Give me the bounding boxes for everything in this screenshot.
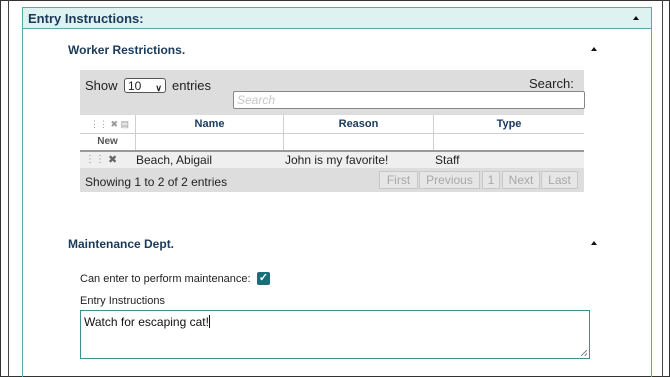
cell-reason: John is my favorite! (285, 153, 389, 167)
column-divider (283, 115, 284, 150)
new-row-button[interactable]: New (80, 136, 135, 147)
entries-label: entries (172, 78, 212, 93)
collapse-arrow-icon[interactable] (591, 47, 597, 51)
previous-page-button[interactable]: Previous (419, 171, 480, 189)
cell-name: Beach, Abigail (136, 153, 213, 167)
collapse-arrow-icon[interactable] (591, 241, 597, 245)
table-row[interactable]: ⋮⋮ ✖ Beach, Abigail John is my favorite!… (80, 150, 584, 168)
collapse-arrow-icon[interactable] (633, 16, 639, 20)
text-cursor (208, 315, 210, 328)
entry-instructions-value: Watch for escaping cat! (84, 315, 209, 329)
maintenance-title: Maintenance Dept. (68, 237, 175, 251)
drag-handle-icon[interactable]: ⋮⋮ (85, 154, 105, 165)
entry-instructions-label: Entry Instructions (80, 295, 165, 307)
cell-type: Staff (435, 153, 460, 167)
resize-handle-icon[interactable] (581, 350, 587, 356)
next-page-button[interactable]: Next (502, 171, 540, 189)
page-size-select[interactable]: 10 ∨ (124, 78, 166, 93)
table-info: Showing 1 to 2 of 2 entries (85, 175, 228, 189)
column-header-name[interactable]: Name (136, 118, 283, 130)
column-header-type[interactable]: Type (434, 118, 584, 130)
page-number-button[interactable]: 1 (482, 171, 500, 189)
row-tools-icon: ⋮⋮ ✖ ▤ (90, 119, 130, 129)
show-label: Show (85, 78, 118, 93)
right-border (662, 0, 663, 377)
page-size-value: 10 (128, 79, 142, 93)
column-divider (433, 115, 434, 150)
last-page-button[interactable]: Last (541, 171, 578, 189)
left-border (8, 0, 9, 377)
maintenance-checkbox[interactable]: ✓ (257, 272, 270, 285)
entry-instructions-header[interactable]: Entry Instructions: (22, 7, 652, 29)
checkmark-icon: ✓ (258, 272, 269, 284)
maintenance-checkbox-label: Can enter to perform maintenance: (80, 273, 251, 285)
column-header-reason[interactable]: Reason (284, 118, 433, 130)
chevron-down-icon: ∨ (155, 83, 162, 93)
search-input[interactable]: Search (233, 91, 585, 109)
entry-instructions-textarea[interactable]: Watch for escaping cat! (80, 310, 590, 359)
section-title: Entry Instructions: (28, 11, 144, 26)
first-page-button[interactable]: First (379, 171, 418, 189)
worker-restrictions-title: Worker Restrictions. (68, 43, 186, 57)
section-right-border (651, 28, 652, 377)
search-label: Search: (529, 76, 574, 91)
section-left-border (22, 28, 23, 377)
column-divider (135, 115, 136, 150)
delete-icon[interactable]: ✖ (108, 153, 117, 166)
